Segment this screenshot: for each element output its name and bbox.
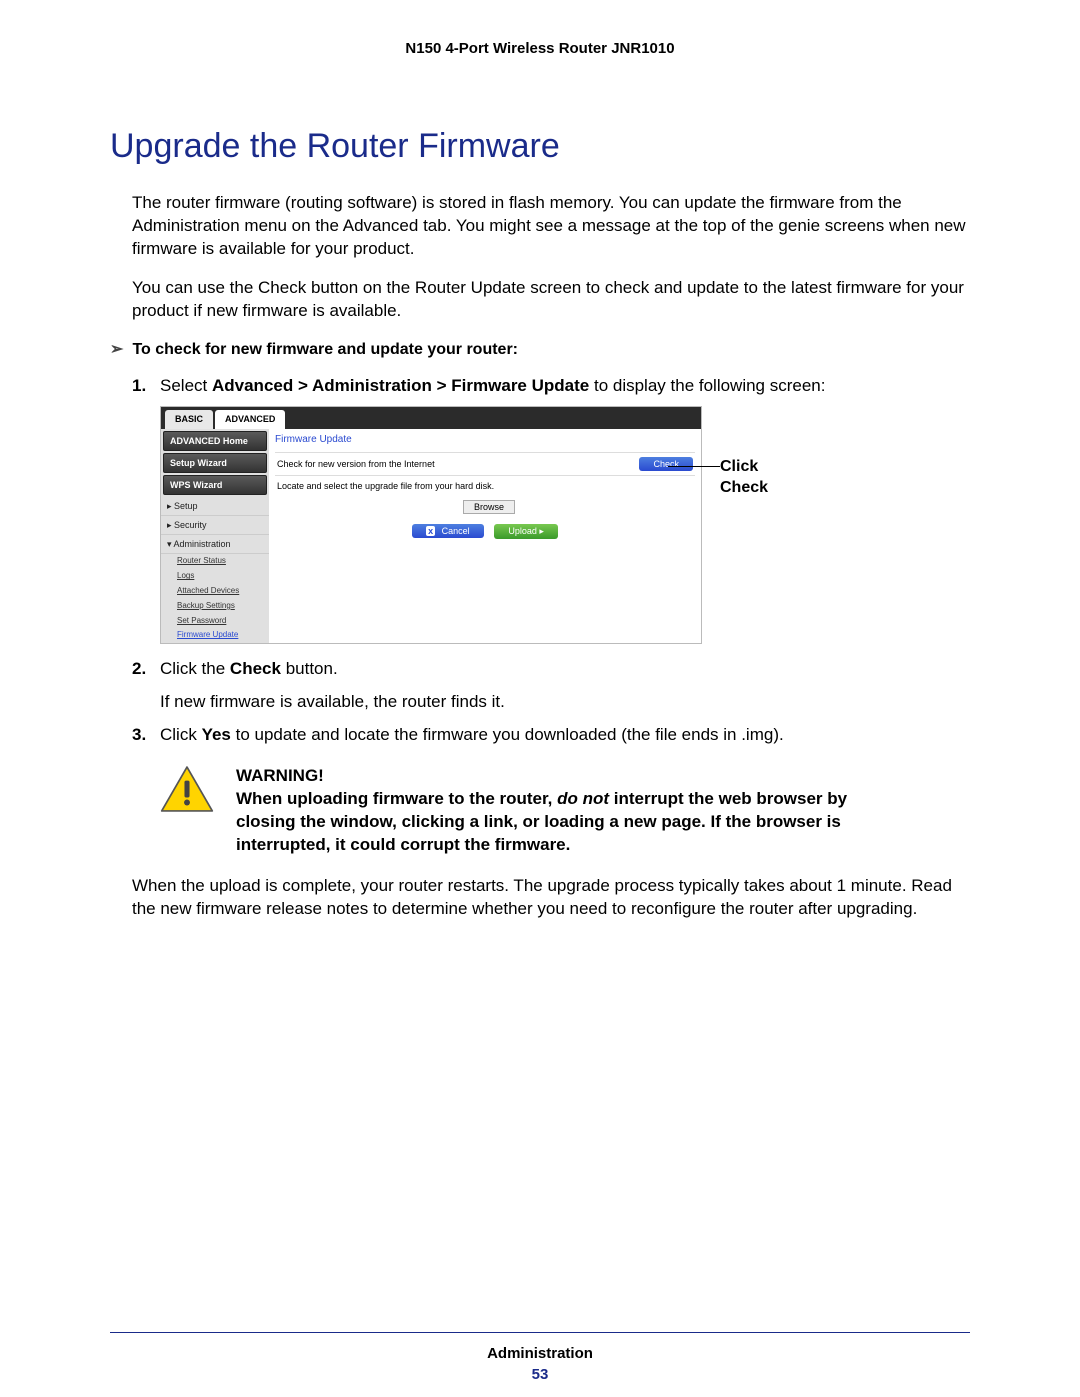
browse-button[interactable]: Browse xyxy=(463,500,515,514)
step-2-result: If new firmware is available, the router… xyxy=(160,691,970,714)
cancel-button-label: Cancel xyxy=(442,526,470,536)
check-internet-label: Check for new version from the Internet xyxy=(277,458,435,470)
check-button[interactable]: Check xyxy=(639,457,693,471)
router-screenshot: BASIC ADVANCED ADVANCED Home Setup Wizar… xyxy=(160,406,970,645)
warning-block: WARNING! When uploading firmware to the … xyxy=(160,765,880,857)
chevron-right-icon: ➢ xyxy=(110,339,128,359)
upload-button[interactable]: Upload ▸ xyxy=(494,524,558,539)
sidebar-setup-wizard[interactable]: Setup Wizard xyxy=(163,453,267,473)
after-warning-paragraph: When the upload is complete, your router… xyxy=(132,875,970,921)
step-2-text-bold: Check xyxy=(230,659,281,678)
footer-rule xyxy=(110,1332,970,1333)
step-1-text-post: to display the following screen: xyxy=(594,376,826,395)
callout-click-check: Click Check xyxy=(720,456,768,499)
sidebar-advanced-home[interactable]: ADVANCED Home xyxy=(163,431,267,451)
sidebar-backup-settings[interactable]: Backup Settings xyxy=(161,599,269,614)
sidebar-firmware-update[interactable]: Firmware Update xyxy=(161,628,269,643)
sidebar-set-password[interactable]: Set Password xyxy=(161,614,269,629)
close-icon: x xyxy=(426,526,435,536)
sidebar-attached-devices[interactable]: Attached Devices xyxy=(161,584,269,599)
sidebar-router-status[interactable]: Router Status xyxy=(161,554,269,569)
tab-advanced[interactable]: ADVANCED xyxy=(215,410,285,428)
step-3-text-bold: Yes xyxy=(202,725,231,744)
step-1-text-pre: Select xyxy=(160,376,212,395)
warning-heading: WARNING! xyxy=(236,765,880,788)
locate-file-label: Locate and select the upgrade file from … xyxy=(277,481,494,491)
page-title: Upgrade the Router Firmware xyxy=(110,127,970,166)
step-1-text-bold: Advanced > Administration > Firmware Upd… xyxy=(212,376,589,395)
sidebar-security[interactable]: ▸ Security xyxy=(161,516,269,535)
intro-paragraph-2: You can use the Check button on the Rout… xyxy=(132,277,970,323)
sidebar-logs[interactable]: Logs xyxy=(161,569,269,584)
warning-icon xyxy=(160,765,214,813)
step-2-text-pre: Click the xyxy=(160,659,230,678)
procedure-heading-text: To check for new firmware and update you… xyxy=(132,341,518,358)
intro-paragraph-1: The router firmware (routing software) i… xyxy=(132,192,970,261)
step-3: Click Yes to update and locate the firmw… xyxy=(132,724,970,747)
page-footer: Administration 53 xyxy=(110,1332,970,1383)
callout-leader-line xyxy=(668,466,720,467)
procedure-heading: ➢ To check for new firmware and update y… xyxy=(110,339,970,359)
router-sidebar: ADVANCED Home Setup Wizard WPS Wizard ▸ … xyxy=(161,429,269,644)
warning-body: When uploading firmware to the router, d… xyxy=(236,788,880,857)
step-1: Select Advanced > Administration > Firmw… xyxy=(132,375,970,645)
panel-title: Firmware Update xyxy=(275,433,695,447)
footer-section-name: Administration xyxy=(110,1345,970,1362)
step-3-text-post: to update and locate the firmware you do… xyxy=(236,725,784,744)
product-header: N150 4-Port Wireless Router JNR1010 xyxy=(110,40,970,57)
cancel-button[interactable]: x Cancel xyxy=(412,524,484,538)
sidebar-setup[interactable]: ▸ Setup xyxy=(161,497,269,516)
sidebar-wps-wizard[interactable]: WPS Wizard xyxy=(163,475,267,495)
step-2: Click the Check button. If new firmware … xyxy=(132,658,970,714)
footer-page-number: 53 xyxy=(110,1366,970,1383)
step-2-text-post: button. xyxy=(286,659,338,678)
step-3-text-pre: Click xyxy=(160,725,202,744)
tab-basic[interactable]: BASIC xyxy=(165,410,213,428)
router-main-panel: Firmware Update Check for new version fr… xyxy=(269,429,701,644)
sidebar-administration[interactable]: ▾ Administration xyxy=(161,535,269,554)
